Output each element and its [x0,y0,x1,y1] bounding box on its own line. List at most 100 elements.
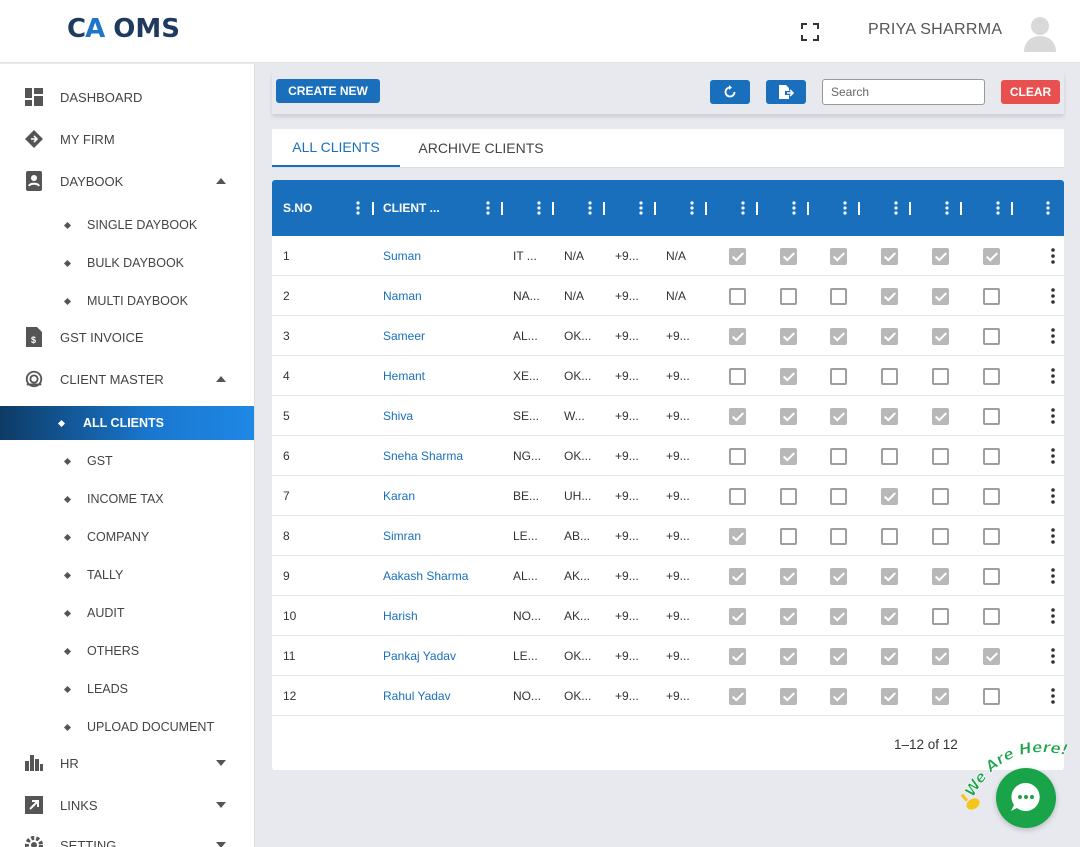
row-checkbox[interactable] [780,328,797,345]
column-separator[interactable] [807,202,809,215]
column-menu-icon[interactable] [843,201,847,215]
avatar-icon[interactable] [1022,14,1058,52]
row-checkbox[interactable] [780,488,797,505]
table-row[interactable]: 9 Aakash Sharma AL... AK... +9... +9... [272,556,1064,596]
table-row[interactable]: 8 Simran LE... AB... +9... +9... [272,516,1064,556]
sidebar-subitem-company[interactable]: COMPANY [0,520,254,554]
row-checkbox[interactable] [830,368,847,385]
row-menu-icon[interactable] [1051,368,1055,384]
sidebar-item-links[interactable]: LINKS [0,786,254,824]
row-menu-icon[interactable] [1051,648,1055,664]
sidebar-item-gst-invoice[interactable]: $ GST INVOICE [0,318,254,356]
column-header-sno[interactable]: S.NO [283,180,312,236]
table-row[interactable]: 5 Shiva SE... W... +9... +9... [272,396,1064,436]
row-checkbox[interactable] [830,608,847,625]
row-menu-icon[interactable] [1051,288,1055,304]
row-checkbox[interactable] [729,488,746,505]
column-menu-icon[interactable] [894,201,898,215]
column-separator[interactable] [372,202,374,215]
row-checkbox[interactable] [881,488,898,505]
client-name-link[interactable]: Hemant [383,356,425,396]
column-separator[interactable] [756,202,758,215]
row-checkbox[interactable] [932,648,949,665]
row-menu-icon[interactable] [1051,408,1055,424]
row-checkbox[interactable] [729,248,746,265]
column-separator[interactable] [603,202,605,215]
sidebar-subitem-others[interactable]: OTHERS [0,634,254,668]
row-checkbox[interactable] [932,528,949,545]
row-checkbox[interactable] [983,688,1000,705]
row-checkbox[interactable] [780,248,797,265]
row-checkbox[interactable] [729,368,746,385]
row-checkbox[interactable] [983,368,1000,385]
row-checkbox[interactable] [881,688,898,705]
row-checkbox[interactable] [932,448,949,465]
row-checkbox[interactable] [881,648,898,665]
row-menu-icon[interactable] [1051,528,1055,544]
column-header-client-name[interactable]: CLIENT ... [383,180,440,236]
sidebar-subitem-all-clients[interactable]: ALL CLIENTS [0,406,254,440]
row-menu-icon[interactable] [1051,568,1055,584]
row-checkbox[interactable] [830,288,847,305]
row-checkbox[interactable] [729,568,746,585]
table-row[interactable]: 12 Rahul Yadav NO... OK... +9... +9... [272,676,1064,716]
row-checkbox[interactable] [729,688,746,705]
row-checkbox[interactable] [983,528,1000,545]
row-checkbox[interactable] [983,288,1000,305]
row-checkbox[interactable] [881,568,898,585]
row-checkbox[interactable] [729,528,746,545]
row-checkbox[interactable] [780,288,797,305]
client-name-link[interactable]: Simran [383,516,421,556]
row-checkbox[interactable] [780,408,797,425]
column-menu-icon[interactable] [486,201,490,215]
row-checkbox[interactable] [780,368,797,385]
row-checkbox[interactable] [881,608,898,625]
column-menu-icon[interactable] [792,201,796,215]
sidebar-item-setting[interactable]: SETTING [0,826,254,847]
sidebar-subitem-income-tax[interactable]: INCOME TAX [0,482,254,516]
row-checkbox[interactable] [830,448,847,465]
row-checkbox[interactable] [830,328,847,345]
client-name-link[interactable]: Suman [383,236,421,276]
row-checkbox[interactable] [881,528,898,545]
table-row[interactable]: 10 Harish NO... AK... +9... +9... [272,596,1064,636]
table-row[interactable]: 1 Suman IT ... N/A +9... N/A [272,236,1064,276]
client-name-link[interactable]: Sameer [383,316,425,356]
column-menu-icon[interactable] [945,201,949,215]
row-checkbox[interactable] [932,568,949,585]
sidebar-subitem-audit[interactable]: AUDIT [0,596,254,630]
row-checkbox[interactable] [881,328,898,345]
search-input[interactable] [822,79,985,105]
row-checkbox[interactable] [932,408,949,425]
row-checkbox[interactable] [983,648,1000,665]
sidebar-item-hr[interactable]: HR [0,744,254,782]
client-name-link[interactable]: Sneha Sharma [383,436,463,476]
row-checkbox[interactable] [983,248,1000,265]
clear-button[interactable]: CLEAR [1001,80,1060,104]
row-checkbox[interactable] [780,528,797,545]
column-menu-icon[interactable] [356,201,360,215]
column-separator[interactable] [705,202,707,215]
row-checkbox[interactable] [932,248,949,265]
table-row[interactable]: 4 Hemant XE... OK... +9... +9... [272,356,1064,396]
row-checkbox[interactable] [983,488,1000,505]
row-menu-icon[interactable] [1051,608,1055,624]
row-checkbox[interactable] [983,568,1000,585]
row-checkbox[interactable] [932,688,949,705]
row-checkbox[interactable] [881,248,898,265]
column-menu-icon[interactable] [588,201,592,215]
client-name-link[interactable]: Naman [383,276,422,316]
row-checkbox[interactable] [983,608,1000,625]
client-name-link[interactable]: Pankaj Yadav [383,636,456,676]
fullscreen-icon[interactable] [800,22,820,42]
column-separator[interactable] [654,202,656,215]
row-checkbox[interactable] [729,408,746,425]
row-checkbox[interactable] [729,448,746,465]
row-checkbox[interactable] [780,688,797,705]
row-checkbox[interactable] [881,368,898,385]
column-separator[interactable] [960,202,962,215]
client-name-link[interactable]: Aakash Sharma [383,556,468,596]
row-checkbox[interactable] [932,288,949,305]
client-name-link[interactable]: Rahul Yadav [383,676,451,716]
column-separator[interactable] [858,202,860,215]
